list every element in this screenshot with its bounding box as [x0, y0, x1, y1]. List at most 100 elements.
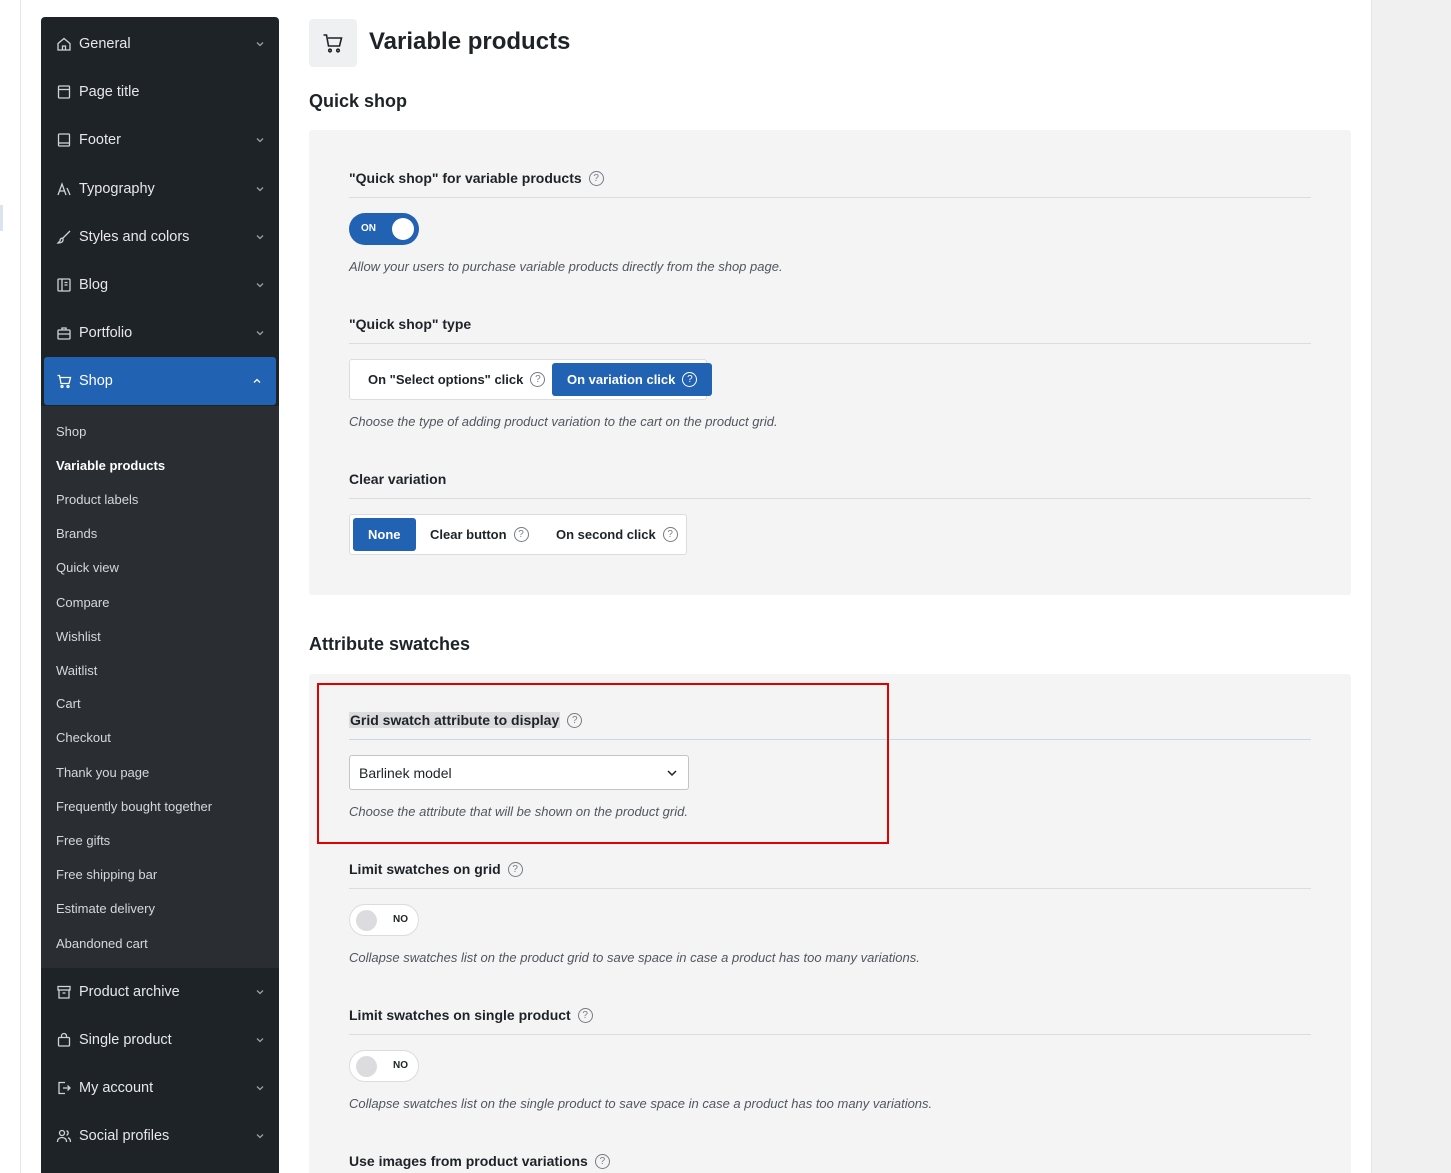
option-on-select-options-click[interactable]: On "Select options" click ? — [353, 363, 560, 396]
help-icon[interactable]: ? — [662, 527, 678, 542]
sidebar-item-label: Footer — [79, 132, 121, 148]
option-label: On second click — [556, 527, 656, 542]
quick-shop-toggle[interactable]: ON — [349, 213, 419, 245]
toggle-state-label: NO — [393, 914, 408, 925]
sidebar-item-social-profiles[interactable]: Social profiles — [41, 1112, 279, 1160]
field-description: Collapse swatches list on the product gr… — [349, 950, 920, 965]
field-label-text: Limit swatches on single product — [349, 1007, 571, 1023]
option-on-second-click[interactable]: On second click ? — [556, 518, 678, 551]
sidebar-item-single-product[interactable]: Single product — [41, 1016, 279, 1064]
page-title-icon — [56, 84, 72, 100]
sidebar-item-general[interactable]: General — [41, 20, 279, 68]
sidebar-item-my-account[interactable]: My account — [41, 1064, 279, 1112]
limit-swatches-single-toggle[interactable]: NO — [349, 1050, 419, 1082]
submenu-item-estimate-delivery[interactable]: Estimate delivery — [56, 901, 155, 916]
divider — [349, 1034, 1311, 1035]
option-on-variation-click[interactable]: On variation click ? — [552, 363, 713, 396]
page-title: Variable products — [369, 28, 571, 55]
submenu-item-frequently-bought-together[interactable]: Frequently bought together — [56, 799, 212, 814]
sidebar-item-label: Styles and colors — [79, 229, 190, 245]
field-description: Choose the type of adding product variat… — [349, 414, 778, 429]
submenu-item-quick-view[interactable]: Quick view — [56, 560, 119, 575]
field-label-clear-variation: Clear variation — [349, 471, 447, 487]
shop-submenu: Shop Variable products Product labels Br… — [41, 406, 279, 968]
option-clear-button[interactable]: Clear button ? — [430, 518, 529, 551]
sidebar-item-label: General — [79, 36, 131, 52]
field-label-limit-swatches-single: Limit swatches on single product ? — [349, 1007, 593, 1023]
help-icon[interactable]: ? — [577, 1007, 593, 1023]
briefcase-icon — [56, 325, 72, 341]
field-label-text: "Quick shop" for variable products — [349, 170, 582, 186]
limit-swatches-grid-toggle[interactable]: NO — [349, 904, 419, 936]
bag-icon — [56, 1032, 72, 1048]
submenu-item-product-labels[interactable]: Product labels — [56, 492, 138, 507]
submenu-item-wishlist[interactable]: Wishlist — [56, 629, 101, 644]
submenu-item-variable-products[interactable]: Variable products — [56, 458, 165, 473]
typography-icon — [56, 181, 72, 197]
chevron-down-icon — [256, 138, 264, 143]
submenu-item-waitlist[interactable]: Waitlist — [56, 663, 97, 678]
option-label: On variation click — [567, 372, 676, 387]
chevron-down-icon — [256, 187, 264, 192]
help-icon[interactable]: ? — [594, 1153, 610, 1169]
help-icon[interactable]: ? — [513, 527, 529, 542]
archive-icon — [56, 984, 72, 1000]
sidebar-item-label: Single product — [79, 1032, 172, 1048]
sidebar-item-label: Product archive — [79, 984, 180, 1000]
toggle-knob — [356, 1056, 377, 1077]
sidebar-item-label: Typography — [79, 181, 155, 197]
sidebar-item-label: Portfolio — [79, 325, 133, 341]
admin-menu-marker — [0, 205, 3, 231]
field-label-quick-shop-type: "Quick shop" type — [349, 316, 472, 332]
sidebar-item-footer[interactable]: Footer — [41, 116, 279, 164]
sidebar-item-portfolio[interactable]: Portfolio — [41, 309, 279, 357]
sidebar-item-label: My account — [79, 1080, 154, 1096]
settings-sidebar: General Page title Footer Typography Sty… — [41, 17, 279, 1173]
submenu-item-checkout[interactable]: Checkout — [56, 730, 111, 745]
login-icon — [56, 1080, 72, 1096]
sidebar-item-product-archive[interactable]: Product archive — [41, 968, 279, 1016]
sidebar-item-label: Social profiles — [79, 1128, 170, 1144]
option-label: On "Select options" click — [368, 372, 524, 387]
divider — [349, 498, 1311, 499]
submenu-item-free-shipping-bar[interactable]: Free shipping bar — [56, 867, 157, 882]
quick-shop-type-selector: On "Select options" click ? On variation… — [349, 359, 713, 400]
sidebar-item-styles-and-colors[interactable]: Styles and colors — [41, 213, 279, 261]
option-label: Clear button — [430, 527, 507, 542]
right-gutter — [1371, 0, 1451, 1173]
toggle-knob — [392, 218, 414, 240]
toggle-state-label: ON — [361, 223, 376, 234]
submenu-item-compare[interactable]: Compare — [56, 595, 109, 610]
brush-icon — [56, 229, 72, 245]
submenu-item-abandoned-cart[interactable]: Abandoned cart — [56, 936, 148, 951]
help-icon[interactable]: ? — [507, 861, 523, 877]
clear-variation-selector: None Clear button ? On second click ? — [349, 514, 687, 555]
option-label: None — [368, 527, 401, 542]
section-title-quick-shop: Quick shop — [309, 91, 408, 111]
chevron-down-icon — [256, 235, 264, 240]
field-label-limit-swatches-grid: Limit swatches on grid ? — [349, 861, 523, 877]
toggle-knob — [356, 910, 377, 931]
sidebar-item-label: Blog — [79, 277, 109, 293]
option-none[interactable]: None — [353, 518, 416, 551]
help-icon[interactable]: ? — [588, 170, 604, 186]
field-label-use-variation-images: Use images from product variations ? — [349, 1153, 610, 1169]
field-label-text: Use images from product variations — [349, 1153, 588, 1169]
submenu-item-thank-you-page[interactable]: Thank you page — [56, 765, 149, 780]
chevron-down-icon — [256, 42, 264, 47]
footer-icon — [56, 132, 72, 148]
sidebar-item-shop[interactable]: Shop — [44, 357, 276, 405]
sidebar-item-page-title[interactable]: Page title — [41, 68, 279, 116]
field-label-quick-shop-enable: "Quick shop" for variable products ? — [349, 170, 604, 186]
help-icon[interactable]: ? — [530, 372, 546, 387]
chevron-down-icon — [256, 990, 264, 995]
sidebar-item-typography[interactable]: Typography — [41, 165, 279, 213]
submenu-item-shop[interactable]: Shop — [56, 424, 86, 439]
help-icon[interactable]: ? — [682, 372, 698, 387]
submenu-item-brands[interactable]: Brands — [56, 526, 97, 541]
sidebar-item-label: Shop — [79, 373, 113, 389]
submenu-item-cart[interactable]: Cart — [56, 696, 81, 711]
sidebar-item-blog[interactable]: Blog — [41, 261, 279, 309]
submenu-item-free-gifts[interactable]: Free gifts — [56, 833, 110, 848]
home-icon — [56, 36, 72, 52]
